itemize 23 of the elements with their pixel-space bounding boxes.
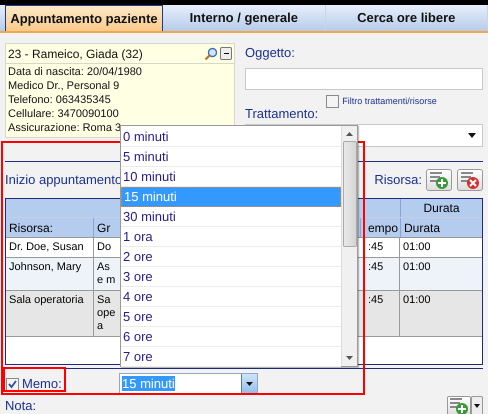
patient-name: 23 - Rameico, Giada (32): [8, 46, 144, 62]
table-cell-text: 01:00: [402, 293, 432, 308]
table-cell: :45: [360, 291, 400, 336]
treatment-label: Trattamento:: [245, 104, 318, 122]
duration-value: 15 minuti: [122, 376, 175, 392]
patient-detail: Telefono: 063435345: [8, 93, 112, 107]
column-group-header: Durata: [400, 199, 482, 217]
patient-detail: Medico Dr., Personal 9: [8, 79, 120, 93]
memo-label: Memo:: [22, 375, 62, 394]
table-cell-text: 01:00: [402, 240, 432, 255]
table-cell-text: 01:00: [402, 260, 432, 275]
start-label: Inizio appuntamento: [5, 171, 122, 190]
note-label: Nota:: [5, 397, 38, 414]
patient-detail: Data di nascita: 20/04/1980: [8, 65, 143, 79]
filter-label: Filtro trattamenti/risorse: [342, 94, 437, 108]
table-cell-text: Sala operatoria: [8, 293, 85, 308]
table-cell: :45: [360, 238, 400, 257]
table-cell-text: Johnson, Mary: [8, 260, 82, 275]
patient-detail: Cellulare: 3470090100: [8, 107, 120, 121]
subject-label: Oggetto:: [245, 44, 296, 62]
table-cell-text: Dr. Doe, Susan: [8, 240, 85, 255]
table-cell: :45: [360, 258, 400, 290]
resource-label: Risorsa:: [374, 171, 422, 190]
